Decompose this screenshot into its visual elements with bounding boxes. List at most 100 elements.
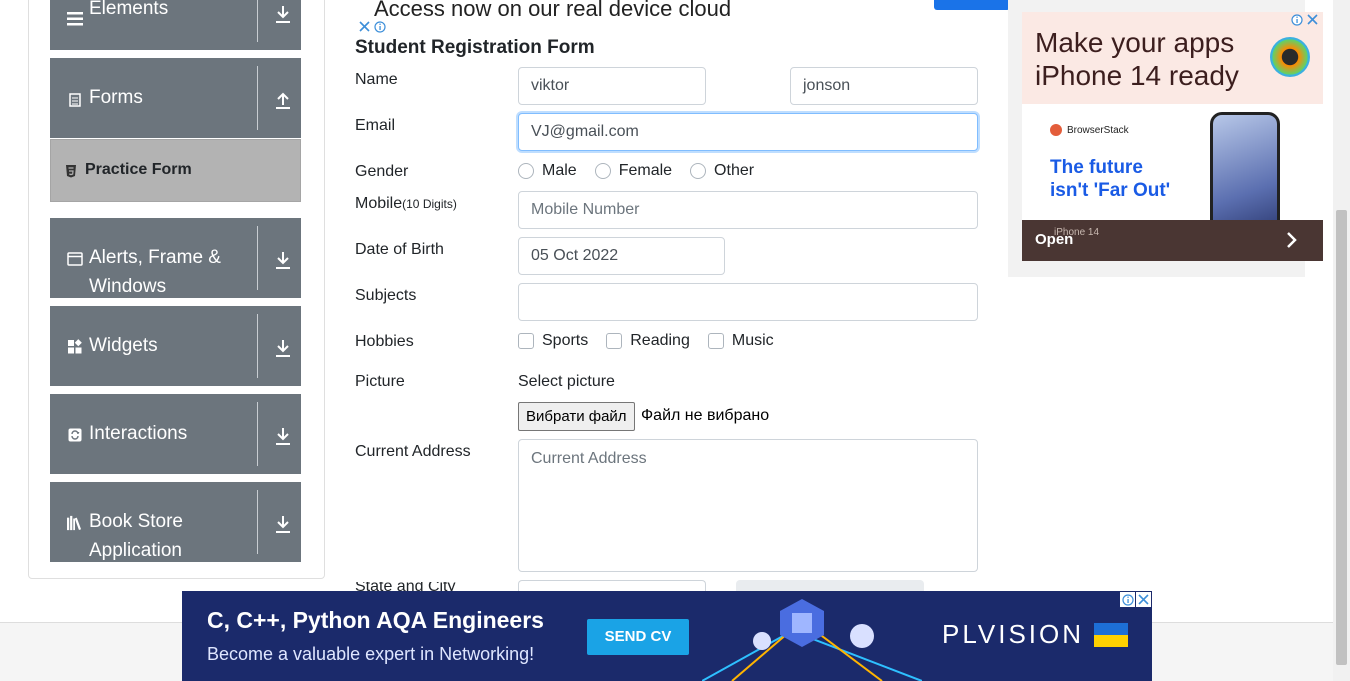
scrollbar-thumb[interactable]	[1336, 210, 1347, 665]
ad-headline-line: Make your apps	[1035, 27, 1235, 58]
hobby-option-label: Music	[731, 332, 774, 349]
group-divider	[257, 314, 258, 378]
group-divider	[257, 490, 258, 554]
ad-tagline-line: The future	[1050, 157, 1143, 178]
current-address-textarea[interactable]: Current Address	[518, 439, 978, 572]
gender-radio-group: Male Female Other	[518, 162, 772, 180]
ukraine-flag-icon	[1094, 623, 1128, 647]
ad-button[interactable]	[934, 0, 1010, 10]
hobby-option-reading[interactable]: Reading	[606, 332, 690, 350]
top-banner-ad[interactable]: Access now on our real device cloud	[355, 0, 1010, 34]
hobby-option-label: Sports	[542, 332, 589, 349]
document-icon	[67, 92, 83, 108]
ad-tagline: The future isn't 'Far Out'	[1050, 156, 1170, 202]
chevron-right-icon[interactable]	[1286, 232, 1298, 253]
right-side-ad[interactable]: Make your apps iPhone 14 ready BrowserSt…	[1008, 0, 1323, 277]
select-picture-text: Select picture	[518, 373, 615, 390]
widgets-icon	[67, 339, 83, 355]
ad-tagline-line: isn't 'Far Out'	[1050, 180, 1171, 201]
ad-subtitle: Become a valuable expert in Networking!	[207, 644, 535, 664]
picture-label: Picture	[355, 373, 405, 390]
refresh-icon	[67, 427, 83, 443]
checkbox[interactable]	[518, 333, 534, 349]
mobile-label: Mobile(10 Digits)	[355, 195, 457, 213]
ad-brand-label: BrowserStack	[1067, 124, 1129, 136]
hobby-option-music[interactable]: Music	[707, 332, 774, 350]
sidebar-item-practice-form[interactable]: Practice Form	[50, 139, 301, 202]
radio-button[interactable]	[690, 163, 707, 179]
html5-icon	[65, 164, 77, 178]
group-divider	[257, 402, 258, 466]
ad-open-button[interactable]: Open	[1035, 231, 1073, 248]
dob-label: Date of Birth	[355, 241, 444, 258]
sidebar-item-label: Practice Form	[85, 161, 192, 178]
hobbies-label: Hobbies	[355, 333, 414, 350]
send-cv-button[interactable]: SEND CV	[587, 619, 689, 655]
download-arrow-icon[interactable]	[274, 4, 294, 24]
hamburger-icon	[67, 11, 83, 27]
close-icon[interactable]	[357, 19, 372, 34]
sidebar-group-label: Interactions	[89, 423, 188, 444]
gender-option-label: Female	[618, 162, 673, 179]
ad-title: C, C++, Python AQA Engineers	[207, 607, 544, 633]
last-name-input[interactable]: jonson	[790, 67, 978, 105]
name-label: Name	[355, 71, 398, 88]
ad-brand: PLVISION	[942, 619, 1085, 649]
browserstack-logo-icon	[1270, 37, 1310, 77]
choose-file-button[interactable]: Вибрати файл	[518, 402, 635, 431]
sidebar-group-alerts-frame-windows[interactable]: Alerts, Frame & Windows	[50, 218, 301, 298]
first-name-input[interactable]: viktor	[518, 67, 706, 105]
gender-label: Gender	[355, 163, 409, 180]
radio-button[interactable]	[518, 163, 534, 179]
ad-creative[interactable]: Make your apps iPhone 14 ready BrowserSt…	[1022, 12, 1323, 261]
info-icon[interactable]	[1120, 592, 1135, 607]
subjects-input[interactable]	[518, 283, 978, 321]
file-status-text: Файл не вибрано	[641, 407, 770, 424]
gender-option-other[interactable]: Other	[690, 162, 754, 180]
sidebar-group-interactions[interactable]: Interactions	[50, 394, 301, 474]
download-arrow-icon[interactable]	[274, 250, 294, 270]
ad-headline: Access now on our real device cloud	[374, 0, 732, 21]
window-icon	[67, 251, 83, 267]
download-arrow-icon[interactable]	[274, 338, 294, 358]
info-icon[interactable]	[372, 19, 387, 34]
hobby-option-sports[interactable]: Sports	[518, 332, 588, 350]
ad-headline: Make your apps iPhone 14 ready	[1035, 26, 1239, 92]
close-icon[interactable]	[1305, 12, 1320, 27]
group-divider	[257, 0, 258, 42]
hobbies-checkbox-group: Sports Reading Music	[518, 332, 792, 350]
network-illustration	[702, 599, 922, 681]
dob-input[interactable]: 05 Oct 2022	[518, 237, 725, 275]
gender-option-label: Other	[714, 162, 755, 179]
radio-button[interactable]	[594, 163, 611, 179]
close-icon[interactable]	[1136, 592, 1151, 607]
books-icon	[67, 515, 83, 531]
checkbox[interactable]	[606, 333, 623, 349]
gender-option-male[interactable]: Male	[518, 162, 577, 180]
email-input[interactable]: VJ@gmail.com	[518, 113, 978, 151]
sidebar-group-label: Book Store Application	[89, 511, 183, 561]
sidebar-group-widgets[interactable]: Widgets	[50, 306, 301, 386]
gender-option-label: Male	[542, 162, 577, 179]
download-arrow-icon[interactable]	[274, 514, 294, 534]
bottom-banner-ad[interactable]: C, C++, Python AQA Engineers Become a va…	[182, 591, 1152, 681]
ad-headline-line: iPhone 14 ready	[1035, 60, 1239, 91]
upload-arrow-icon[interactable]	[274, 90, 294, 110]
subjects-label: Subjects	[355, 287, 417, 304]
sidebar-group-forms[interactable]: Forms	[50, 58, 301, 138]
info-icon[interactable]	[1289, 12, 1304, 27]
state-city-label: State and City	[355, 582, 456, 591]
group-divider	[257, 66, 258, 130]
email-label: Email	[355, 117, 396, 134]
gender-option-female[interactable]: Female	[594, 162, 673, 180]
sidebar-group-label: Alerts, Frame & Windows	[89, 247, 221, 297]
checkbox[interactable]	[707, 333, 724, 349]
sidebar-group-elements[interactable]: Elements	[50, 0, 301, 50]
download-arrow-icon[interactable]	[274, 426, 294, 446]
sidebar-group-label: Forms	[89, 87, 143, 108]
current-address-label: Current Address	[355, 443, 471, 460]
sidebar-group-label: Widgets	[89, 335, 158, 356]
mobile-input[interactable]: Mobile Number	[518, 191, 978, 229]
sidebar-group-book-store[interactable]: Book Store Application	[50, 482, 301, 562]
form-title: Student Registration Form	[355, 37, 595, 58]
